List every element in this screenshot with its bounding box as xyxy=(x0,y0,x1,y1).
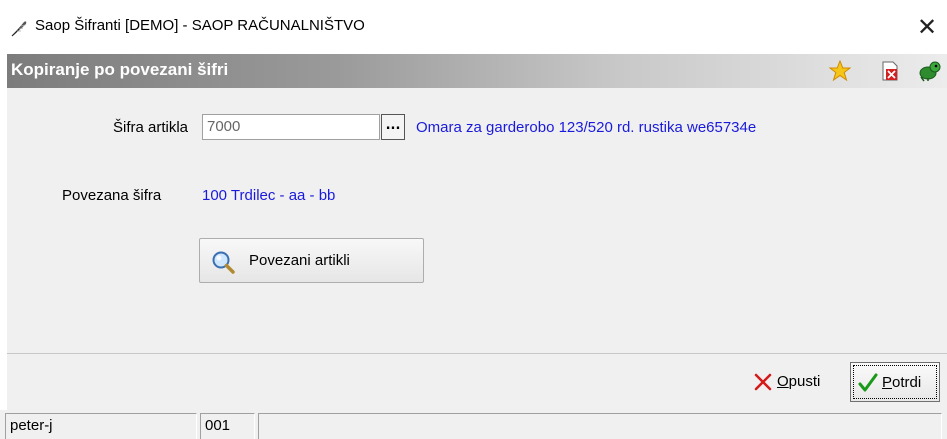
feather-icon xyxy=(11,21,27,37)
checkmark-icon xyxy=(858,373,878,392)
cancel-icon xyxy=(754,373,772,391)
cancel-label: Opusti xyxy=(777,373,821,390)
magnifier-icon xyxy=(212,251,235,274)
confirm-label: Potrdi xyxy=(882,374,922,391)
status-user: peter-j xyxy=(5,413,197,439)
window-titlebar: Saop Šifranti [DEMO] - SAOP RAČUNALNIŠTV… xyxy=(0,0,947,54)
delete-document-icon[interactable] xyxy=(879,60,901,82)
exit-icon[interactable] xyxy=(919,60,941,82)
form-content: Šifra artikla 7000 ... Omara za garderob… xyxy=(7,88,947,353)
article-description: Omara za garderobo 123/520 rd. rustika w… xyxy=(416,119,757,136)
close-icon: ✕ xyxy=(916,13,938,41)
status-bar: peter-j 001 xyxy=(0,410,947,439)
star-icon[interactable] xyxy=(829,60,851,82)
confirm-button[interactable]: Potrdi xyxy=(850,362,940,402)
dialog-footer: Opusti Potrdi xyxy=(7,354,947,410)
browse-button[interactable]: ... xyxy=(381,114,405,140)
sifra-artikla-label: Šifra artikla xyxy=(113,119,189,136)
status-extra xyxy=(258,413,942,439)
povezana-sifra-value: 100 Trdilec - aa - bb xyxy=(202,187,336,204)
povezani-artikli-label: Povezani artikli xyxy=(249,252,350,269)
form-header: Kopiranje po povezani šifri xyxy=(7,54,947,88)
povezana-sifra-label: Povezana šifra xyxy=(62,187,162,204)
window-title: Saop Šifranti [DEMO] - SAOP RAČUNALNIŠTV… xyxy=(35,17,365,34)
status-code: 001 xyxy=(200,413,255,439)
sifra-artikla-input[interactable]: 7000 xyxy=(202,114,380,140)
povezani-artikli-button[interactable]: Povezani artikli xyxy=(199,238,424,283)
form-title: Kopiranje po povezani šifri xyxy=(11,60,229,79)
close-button[interactable]: ✕ xyxy=(912,12,942,42)
